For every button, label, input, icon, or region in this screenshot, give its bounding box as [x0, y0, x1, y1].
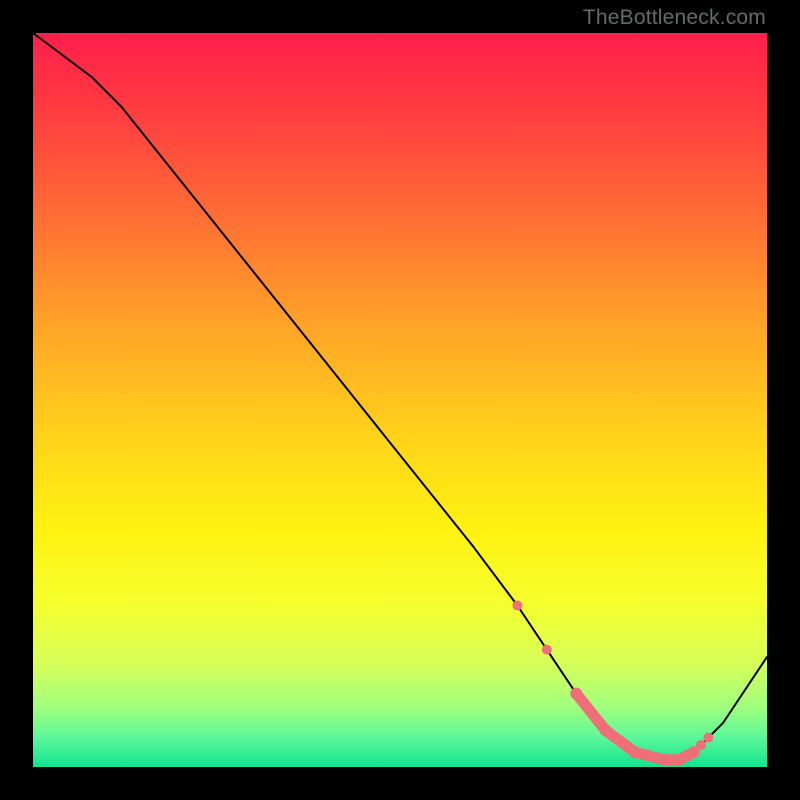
marker-dot: [600, 724, 612, 736]
marker-dot: [673, 754, 685, 766]
chart-svg: [33, 33, 767, 767]
curve-path: [33, 33, 767, 760]
marker-dot: [658, 754, 670, 766]
marker-dot: [512, 601, 522, 611]
marker-dot: [629, 746, 641, 758]
chart-frame: TheBottleneck.com: [0, 0, 800, 800]
marker-dot: [570, 688, 582, 700]
watermark-text: TheBottleneck.com: [583, 6, 766, 30]
plot-area: [33, 33, 767, 767]
marker-dot: [703, 733, 713, 743]
marker-dot: [696, 740, 706, 750]
marker-dot: [542, 645, 552, 655]
